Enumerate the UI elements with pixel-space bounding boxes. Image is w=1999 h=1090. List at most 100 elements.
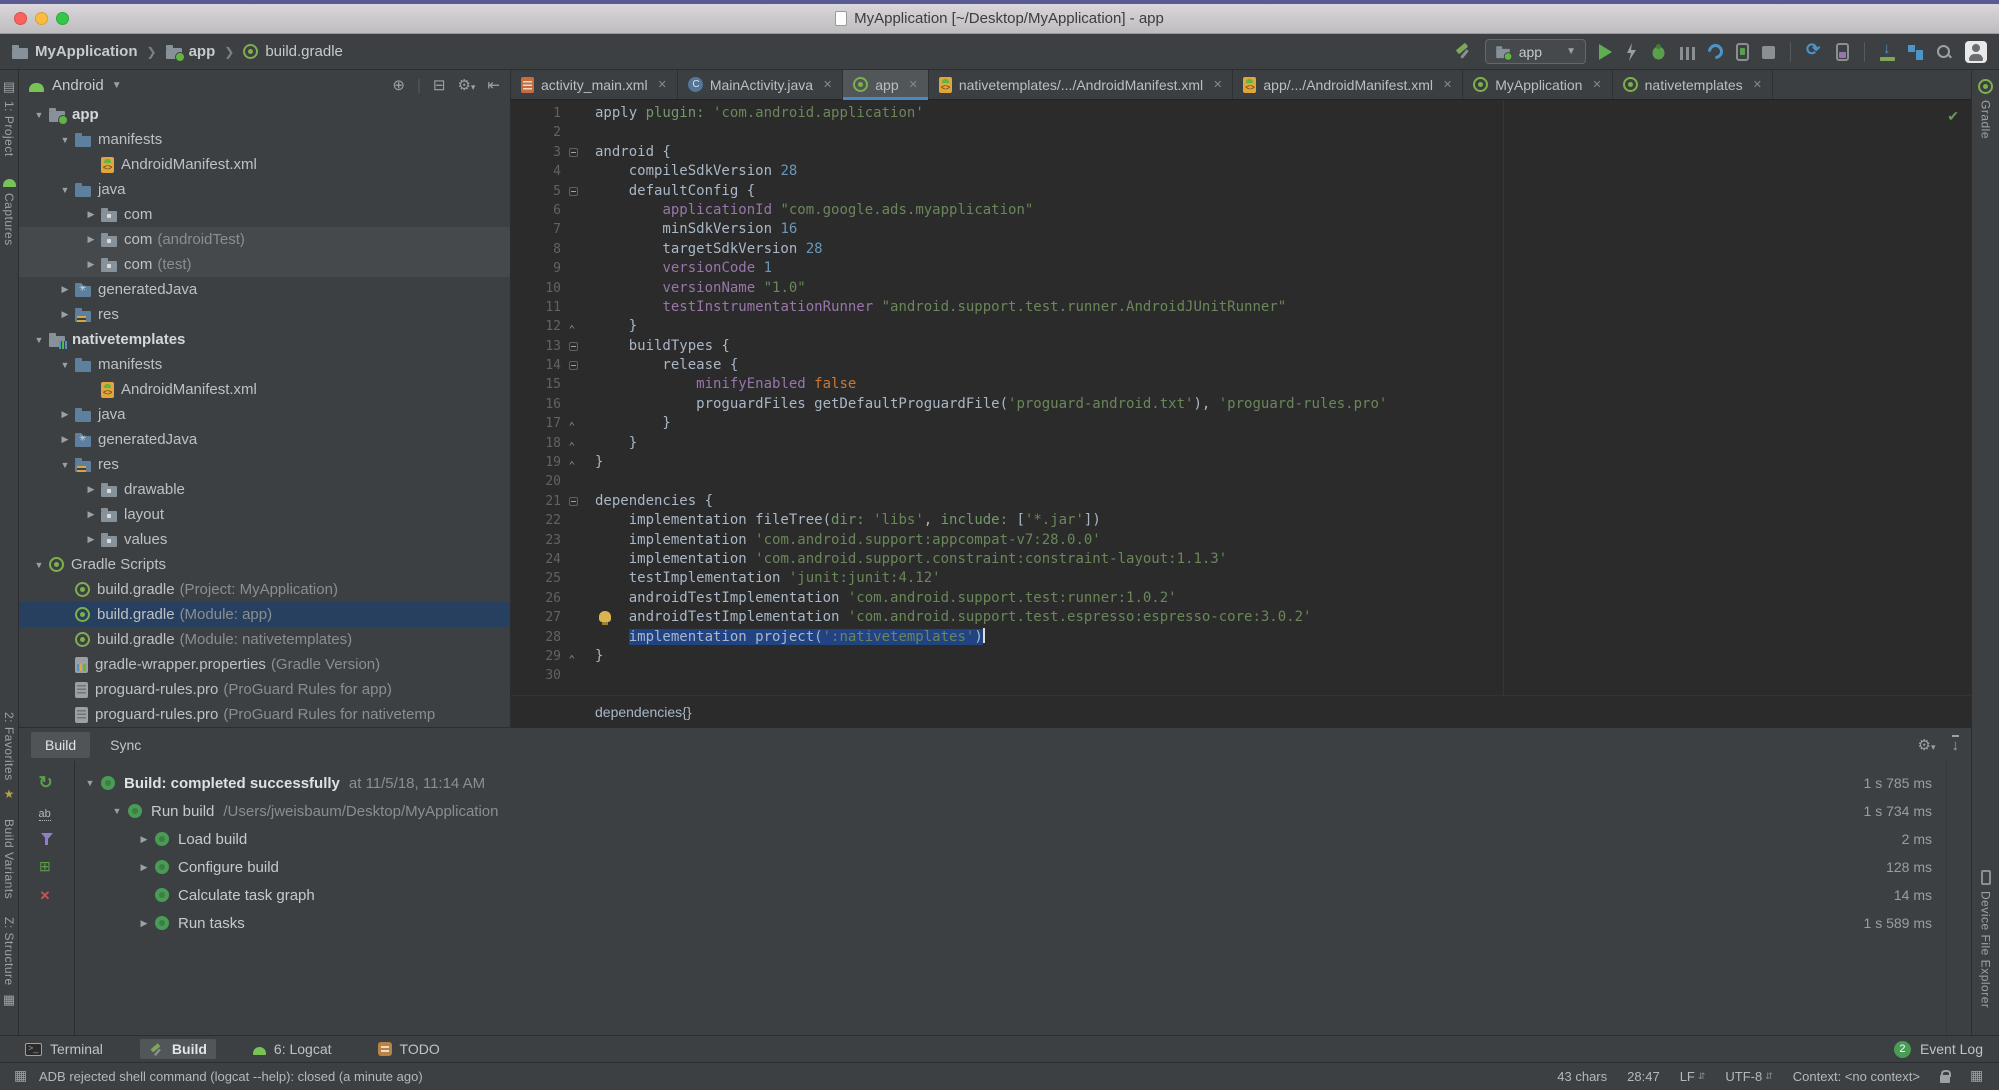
breadcrumb-item[interactable]: app [165,43,215,62]
close-icon[interactable] [40,887,54,902]
code-line[interactable]: 8 targetSdkVersion 28 [511,240,1971,259]
code-line[interactable]: 15 minifyEnabled false [511,375,1971,394]
build-expand-icon[interactable]: ▶ [133,918,155,929]
tree-row[interactable]: ▼ nativetemplates [19,327,510,352]
fold-close-icon[interactable] [569,320,578,339]
tree-expand-icon[interactable]: ▶ [81,259,101,270]
tree-row[interactable]: ▶ com (test) [19,252,510,277]
fold-close-icon[interactable] [569,417,578,436]
build-hammer-icon[interactable] [1454,43,1472,61]
fold-close-icon[interactable] [569,437,578,456]
tree-expand-icon[interactable]: ▼ [29,335,49,345]
code-line[interactable]: 20 [511,472,1971,491]
stripe-button-z-structure[interactable]: Z: Structure ▦ [2,917,16,1008]
status-message[interactable]: ADB rejected shell command (logcat --hel… [39,1069,423,1084]
tree-expand-icon[interactable]: ▶ [55,434,75,445]
stripe-button-2-favorites[interactable]: 2: Favorites ★ [2,712,16,801]
tree-expand-icon[interactable]: ▶ [55,409,75,420]
toolwindow-tab-todo[interactable]: TODO [369,1039,449,1059]
tree-row[interactable]: ▼ res [19,452,510,477]
editor-tab[interactable]: app ✕ [843,70,929,100]
tree-row[interactable]: ▶ layout [19,502,510,527]
editor-tab[interactable]: nativetemplates ✕ [1613,70,1773,99]
build-output-row[interactable]: ▼ Build: completed successfully at 11/5/18… [75,769,1946,797]
tree-row[interactable]: ▼ Gradle Scripts [19,552,510,577]
fold-column[interactable] [561,647,585,669]
hide-panel-icon[interactable]: ⇤ [487,76,500,94]
close-window-button[interactable] [14,12,27,25]
code-line[interactable]: 11 testInstrumentationRunner "android.su… [511,298,1971,317]
code-line[interactable]: 4 compileSdkVersion 28 [511,162,1971,181]
toolwindow-tab-build[interactable]: Build [139,1039,216,1059]
code-line[interactable]: 21 dependencies { [511,492,1971,511]
tree-expand-icon[interactable]: ▶ [55,284,75,295]
fold-open-icon[interactable] [568,147,578,157]
avatar-icon[interactable] [1965,40,1987,63]
code-line[interactable]: 6 applicationId "com.google.ads.myapplic… [511,201,1971,220]
code-line[interactable]: 26 androidTestImplementation 'com.androi… [511,589,1971,608]
attach-debugger-icon[interactable] [1704,40,1727,63]
build-expand-icon[interactable]: ▼ [79,778,101,788]
fold-close-icon[interactable] [569,650,578,669]
status-item[interactable]: UTF-8 ⇵ [1725,1069,1772,1084]
status-item[interactable]: 43 chars [1557,1069,1607,1084]
search-everywhere-icon[interactable] [1936,44,1952,60]
code-line[interactable]: 5 defaultConfig { [511,182,1971,201]
fold-column[interactable] [561,356,585,375]
filter-text-icon[interactable] [39,804,55,819]
editor-tab[interactable]: nativetemplates/.../AndroidManifest.xml ✕ [929,70,1234,99]
tree-expand-icon[interactable]: ▶ [55,309,75,320]
code-line[interactable]: 7 minSdkVersion 16 [511,220,1971,239]
fold-open-icon[interactable] [568,496,578,506]
select-device-icon[interactable] [1736,42,1749,61]
build-expand-icon[interactable]: ▼ [106,806,128,816]
code-line[interactable]: 1 apply plugin: 'com.android.application' [511,104,1971,123]
close-tab-icon[interactable]: ✕ [909,78,918,91]
code-line[interactable]: 24 implementation 'com.android.support.c… [511,550,1971,569]
tree-row[interactable]: ▶ res [19,302,510,327]
tree-expand-icon[interactable]: ▼ [55,460,75,470]
toolwindow-tab-6-logcat[interactable]: 6: Logcat [244,1039,341,1059]
build-output-row[interactable]: Calculate task graph 14 ms [75,881,1946,909]
stripe-button-1-project[interactable]: ▤ 1: Project [2,79,16,157]
tree-row[interactable]: ▶ values [19,527,510,552]
code-line[interactable]: 9 versionCode 1 [511,259,1971,278]
build-panel-tab-sync[interactable]: Sync [96,732,155,758]
minimize-window-button[interactable] [35,12,48,25]
tree-row[interactable]: ▶ generatedJava [19,427,510,452]
code-line[interactable]: 30 [511,666,1971,685]
tree-row[interactable]: AndroidManifest.xml [19,377,510,402]
debug-icon[interactable] [1650,43,1667,60]
tree-row[interactable]: build.gradle (Module: nativetemplates) [19,627,510,652]
tree-row[interactable]: ▼ manifests [19,352,510,377]
build-settings-icon[interactable]: ⚙▾ [1918,736,1936,754]
intention-bulb-icon[interactable] [599,611,611,626]
avd-manager-icon[interactable] [1836,42,1849,61]
build-output-row[interactable]: ▶ Run tasks 1 s 589 ms [75,909,1946,937]
rerun-build-icon[interactable] [39,773,55,791]
tree-row[interactable]: ▼ java [19,177,510,202]
tree-row[interactable]: AndroidManifest.xml [19,152,510,177]
breadcrumb-scope[interactable]: dependencies{} [595,704,692,720]
stripe-button-device-file-explorer[interactable]: Device File Explorer [1979,869,1993,1008]
tree-expand-icon[interactable]: ▶ [81,484,101,495]
code-line[interactable]: 10 versionName "1.0" [511,279,1971,298]
fold-column[interactable] [561,434,585,456]
build-expand-icon[interactable]: ▶ [133,862,155,873]
build-output-row[interactable]: ▼ Run build/Users/jweisbaum/Desktop/MyApp… [75,797,1946,825]
fold-close-icon[interactable] [569,456,578,475]
tree-expand-icon[interactable]: ▼ [55,185,75,195]
close-tab-icon[interactable]: ✕ [1213,78,1222,91]
locate-icon[interactable]: ⊕ [392,76,405,94]
status-item[interactable]: Context: <no context> [1793,1069,1920,1084]
code-line[interactable]: 3 android { [511,143,1971,162]
code-line[interactable]: 2 [511,123,1971,142]
code-line[interactable]: 27 androidTestImplementation 'com.androi… [511,608,1971,627]
fold-column[interactable] [561,143,585,162]
code-line[interactable]: 19} [511,453,1971,475]
breadcrumb-item[interactable]: MyApplication [12,43,138,60]
close-tab-icon[interactable]: ✕ [1753,78,1762,91]
hide-tool-window-icon[interactable]: ↓ [1951,735,1959,754]
tool-window-switcher-icon[interactable] [14,1067,29,1084]
expand-all-icon[interactable] [39,858,54,874]
